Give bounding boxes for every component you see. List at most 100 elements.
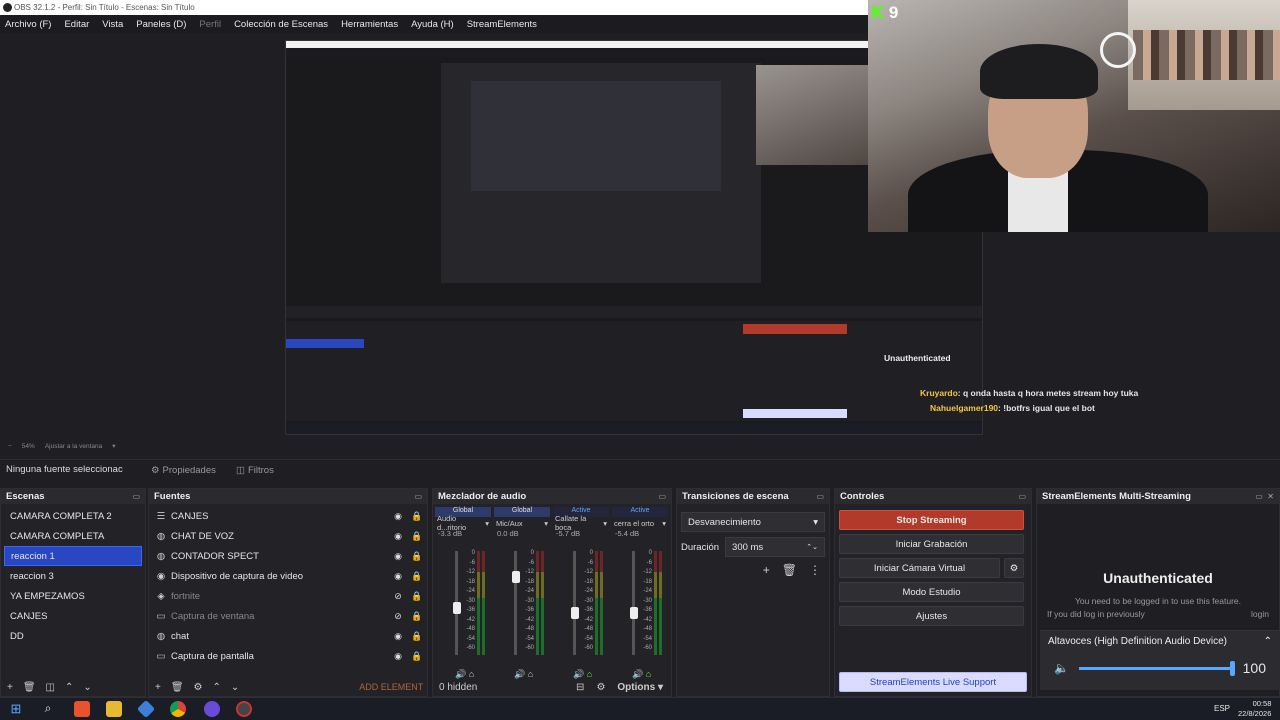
undock-icon[interactable]: ▭ (132, 492, 140, 501)
layout-icon[interactable]: ⊟ (576, 682, 584, 693)
undock-icon[interactable]: ▭ (414, 492, 422, 501)
lock-icon[interactable]: 🔒 (410, 591, 424, 602)
app-icon[interactable] (136, 699, 156, 719)
undock-icon[interactable]: ▭ (1255, 492, 1263, 501)
trash-icon[interactable]: 🗑 (171, 682, 184, 693)
file-explorer-icon[interactable] (106, 701, 122, 717)
source-item[interactable]: ◍ CONTADOR SPECT ◉ 🔒 (152, 546, 424, 566)
search-icon[interactable]: ⌕ (40, 701, 56, 717)
transition-select[interactable]: Desvanecimiento ▾ (681, 512, 825, 532)
move-up-icon[interactable]: ⌃ (213, 682, 221, 693)
undock-icon[interactable]: ▭ (816, 492, 824, 501)
add-transition-icon[interactable]: + (763, 563, 770, 577)
scene-item[interactable]: CANJES (4, 606, 142, 626)
scene-item[interactable]: CAMARA COMPLETA (4, 526, 142, 546)
fader-knob[interactable] (453, 602, 461, 615)
discord-icon[interactable] (204, 701, 220, 717)
eye-hidden-icon[interactable]: ⊘ (391, 611, 405, 622)
source-item[interactable]: ▭ Captura de ventana ⊘ 🔒 (152, 606, 424, 626)
source-item[interactable]: ◍ CHAT DE VOZ ◉ 🔒 (152, 526, 424, 546)
fader-knob[interactable] (630, 607, 638, 620)
close-icon[interactable]: ✕ (1267, 492, 1274, 501)
lock-icon[interactable]: 🔒 (410, 571, 424, 582)
obs-icon[interactable] (236, 701, 252, 717)
trash-icon[interactable]: 🗑 (782, 563, 797, 577)
eye-icon[interactable]: ◉ (391, 551, 405, 562)
clock[interactable]: 00:58 22/8/2026 (1238, 699, 1271, 719)
channel-name[interactable]: Audio d...ritorio ▾ (435, 514, 491, 532)
scene-item[interactable]: reaccion 3 (4, 566, 142, 586)
more-icon[interactable]: ⋮ (809, 563, 821, 577)
scene-item[interactable]: reaccion 1 (4, 546, 142, 566)
duration-input[interactable]: 300 ms ⌃⌄ (725, 537, 825, 557)
settings-button[interactable]: Ajustes (839, 606, 1024, 626)
volume-fader[interactable] (573, 551, 576, 655)
windows-start-icon[interactable]: ⊞ (8, 701, 24, 717)
menu-archivo[interactable]: Archivo (F) (5, 19, 51, 30)
fader-knob[interactable] (512, 571, 520, 583)
filter-icon[interactable]: ◫ (46, 682, 55, 693)
stepper-icon[interactable]: ⌃⌄ (806, 543, 818, 551)
login-link[interactable]: login (1251, 609, 1269, 619)
volume-fader[interactable] (632, 551, 635, 655)
properties-button[interactable]: ⚙ Propiedades (146, 463, 221, 478)
trash-icon[interactable]: 🗑 (23, 682, 36, 693)
menu-perfil[interactable]: Perfil (199, 19, 221, 30)
channel-name[interactable]: Callate la boca ▾ (553, 514, 609, 532)
lock-icon[interactable]: 🔒 (410, 651, 424, 662)
menu-herramientas[interactable]: Herramientas (341, 19, 398, 30)
volume-slider[interactable] (1078, 660, 1235, 676)
chevron-down-icon[interactable]: ▾ (112, 442, 115, 450)
eye-icon[interactable]: ◉ (391, 631, 405, 642)
add-source-icon[interactable]: + (155, 682, 161, 693)
source-item[interactable]: ◉ Dispositivo de captura de video ◉ 🔒 (152, 566, 424, 586)
filters-button[interactable]: ◫ Filtros (231, 463, 279, 478)
menu-editar[interactable]: Editar (64, 19, 89, 30)
lock-icon[interactable]: 🔒 (410, 531, 424, 542)
chevron-up-icon[interactable]: ⌃ (1264, 636, 1272, 647)
brave-browser-icon[interactable] (74, 701, 90, 717)
move-down-icon[interactable]: ⌄ (83, 682, 91, 693)
channel-name[interactable]: cerra el orto ▾ (612, 517, 668, 529)
source-item[interactable]: ☰ CANJES ◉ 🔒 (152, 506, 424, 526)
channel-name[interactable]: Mic/Aux ▾ (494, 517, 550, 529)
menu-streamelements[interactable]: StreamElements (467, 19, 537, 30)
move-down-icon[interactable]: ⌄ (231, 682, 239, 693)
gear-icon[interactable]: ⚙ (194, 682, 203, 693)
eye-icon[interactable]: ◉ (391, 571, 405, 582)
menu-paneles[interactable]: Paneles (D) (136, 19, 186, 30)
volume-fader[interactable] (514, 551, 517, 655)
eye-hidden-icon[interactable]: ⊘ (391, 591, 405, 602)
start-recording-button[interactable]: Iniciar Grabación (839, 534, 1024, 554)
chrome-icon[interactable] (170, 701, 186, 717)
lock-icon[interactable]: 🔒 (410, 511, 424, 522)
zoom-fit[interactable]: Ajustar a la ventana (45, 443, 102, 450)
eye-icon[interactable]: ◉ (391, 531, 405, 542)
source-item[interactable]: ◍ chat ◉ 🔒 (152, 626, 424, 646)
menu-ayuda[interactable]: Ayuda (H) (411, 19, 454, 30)
advanced-icon[interactable]: ⚙ (596, 682, 605, 693)
source-item[interactable]: ▭ Captura de pantalla ◉ 🔒 (152, 646, 424, 666)
zoom-minus[interactable]: − (8, 443, 12, 450)
language-indicator[interactable]: ESP (1214, 704, 1230, 713)
studio-mode-button[interactable]: Modo Estudio (839, 582, 1024, 602)
scene-item[interactable]: YA EMPEZAMOS (4, 586, 142, 606)
menu-coleccion[interactable]: Colección de Escenas (234, 19, 328, 30)
lock-icon[interactable]: 🔒 (410, 551, 424, 562)
undock-icon[interactable]: ▭ (658, 492, 666, 501)
add-element-button[interactable]: ADD ELEMENT (359, 682, 423, 692)
eye-icon[interactable]: ◉ (391, 511, 405, 522)
source-item[interactable]: ◈ fortnite ⊘ 🔒 (152, 586, 424, 606)
add-scene-icon[interactable]: + (7, 682, 13, 693)
live-support-button[interactable]: StreamElements Live Support (839, 672, 1027, 692)
menu-vista[interactable]: Vista (102, 19, 123, 30)
lock-icon[interactable]: 🔒 (410, 631, 424, 642)
scene-item[interactable]: DD (4, 626, 142, 646)
virtual-camera-button[interactable]: Iniciar Cámara Virtual (839, 558, 1000, 578)
undock-icon[interactable]: ▭ (1018, 492, 1026, 501)
gear-icon[interactable]: ⚙ (1004, 558, 1024, 578)
move-up-icon[interactable]: ⌃ (65, 682, 73, 693)
audio-device-label[interactable]: Altavoces (High Definition Audio Device) (1048, 636, 1227, 647)
fader-knob[interactable] (571, 607, 579, 620)
eye-icon[interactable]: ◉ (391, 651, 405, 662)
